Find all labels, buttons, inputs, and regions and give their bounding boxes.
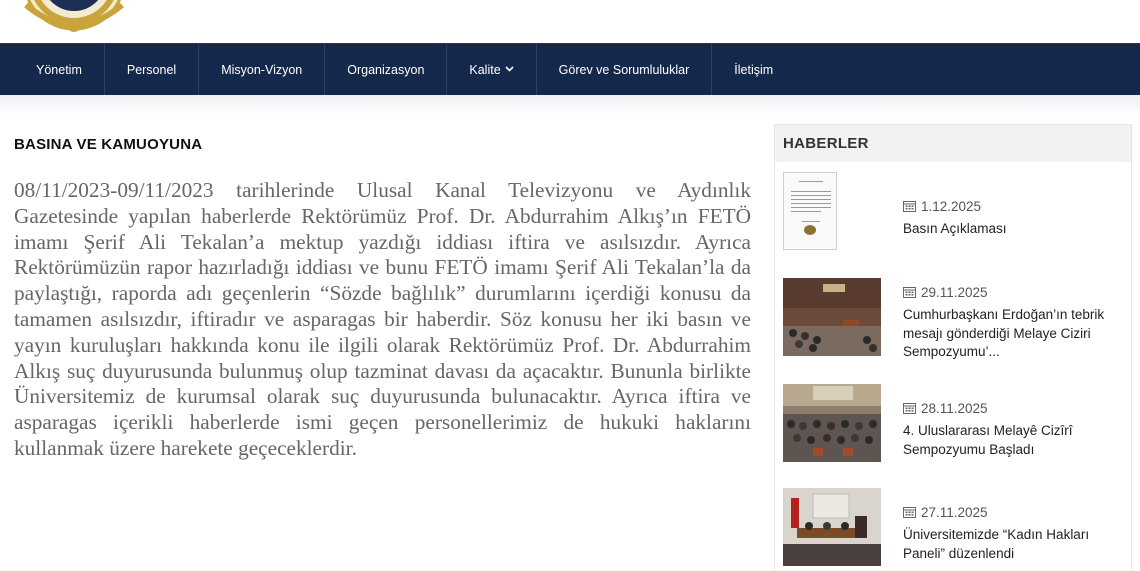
news-meta: 29.11.2025 Cumhurbaşkanı Erdoğan’ın tebr… [903, 282, 1131, 362]
nav-item-iletisim[interactable]: İletişim [712, 44, 795, 96]
news-date: 29.11.2025 [921, 284, 988, 300]
nav-item-personel[interactable]: Personel [105, 44, 200, 96]
document-thumbnail [783, 172, 837, 250]
news-date: 28.11.2025 [921, 400, 988, 416]
news-title-link[interactable]: Üniversitemizde “Kadın Hakları Paneli” d… [903, 526, 1131, 563]
conference-photo [783, 384, 881, 462]
nav-item-misyon-vizyon[interactable]: Misyon-Vizyon [199, 44, 326, 96]
news-meta: 1.12.2025 Basın Açıklaması [903, 196, 1131, 239]
header-bar [0, 0, 1140, 43]
calendar-icon [903, 403, 916, 414]
article-body: 08/11/2023-09/11/2023 tarihlerinde Ulusa… [14, 178, 751, 460]
news-date: 27.11.2025 [921, 504, 988, 520]
nav-item-yonetim[interactable]: Yönetim [0, 44, 105, 96]
panel-photo [783, 488, 881, 566]
university-seal-logo[interactable] [22, 0, 126, 33]
news-title-link[interactable]: Cumhurbaşkanı Erdoğan’ın tebrik mesajı g… [903, 306, 1131, 362]
sidebar-title: HABERLER [775, 125, 1131, 162]
news-title-link[interactable]: Basın Açıklaması [903, 220, 1131, 239]
news-meta: 27.11.2025 Üniversitemizde “Kadın Haklar… [903, 502, 1131, 563]
nav-item-gorev-ve-sorumluluklar[interactable]: Görev ve Sorumluluklar [537, 44, 713, 96]
main-navigation: Yönetim Personel Misyon-Vizyon Organizas… [0, 43, 1140, 96]
news-thumbnail[interactable] [783, 488, 881, 566]
news-date: 1.12.2025 [921, 198, 982, 214]
page-title: BASINA VE KAMUOYUNA [14, 136, 203, 153]
main-content: BASINA VE KAMUOYUNA 08/11/2023-09/11/202… [0, 124, 768, 570]
conference-photo [783, 278, 881, 356]
news-thumbnail[interactable] [783, 384, 881, 462]
chevron-down-icon [505, 66, 514, 72]
nav-shadow [0, 95, 1140, 115]
news-thumbnail[interactable] [783, 278, 881, 356]
calendar-icon [903, 507, 916, 518]
news-sidebar: HABERLER 1.12.2025 Basın Açıklaması 29.1… [774, 124, 1132, 571]
news-meta: 28.11.2025 4. Uluslararası Melayê Cizîrî… [903, 398, 1131, 459]
news-title-link[interactable]: 4. Uluslararası Melayê Cizîrî Sempozyumu… [903, 422, 1131, 459]
calendar-icon [903, 201, 916, 212]
nav-item-organizasyon[interactable]: Organizasyon [325, 44, 448, 96]
news-thumbnail[interactable] [783, 172, 881, 250]
nav-item-kalite[interactable]: Kalite [447, 44, 537, 96]
calendar-icon [903, 287, 916, 298]
